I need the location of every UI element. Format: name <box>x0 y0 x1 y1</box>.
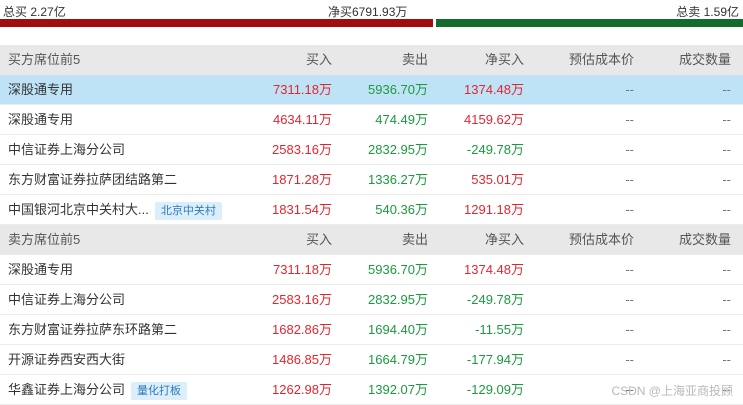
header-cost: 预估成本价 <box>568 52 634 67</box>
table-row[interactable]: 东方财富证券拉萨团结路第二 1871.28万 1336.27万 535.01万 … <box>0 165 743 195</box>
est-cost: -- <box>625 262 634 277</box>
sell-ratio-bar <box>436 19 743 27</box>
net-amount: -11.55万 <box>475 322 524 337</box>
net-amount: 4159.62万 <box>464 112 524 127</box>
net-amount: -249.78万 <box>466 292 524 307</box>
sell-amount: 1694.40万 <box>368 322 428 337</box>
header-cost: 预估成本价 <box>568 232 634 247</box>
table-row[interactable]: 东方财富证券拉萨东环路第二 1682.86万 1694.40万 -11.55万 … <box>0 315 743 345</box>
seat-name: 深股通专用 <box>8 262 74 277</box>
net-amount: -177.94万 <box>466 352 524 367</box>
header-volume: 成交数量 <box>678 232 731 247</box>
seat-name-cell: 华鑫证券上海分公司 量化打板 <box>8 375 188 405</box>
est-cost: -- <box>625 352 634 367</box>
sell-table-header: 卖方席位前5 买入 卖出 净买入 预估成本价 成交数量 <box>0 225 743 255</box>
table-row[interactable]: 中国银河北京中关村大... 北京中关村 1831.54万 540.36万 1291… <box>0 195 743 225</box>
total-buy-label: 总买 2.27亿 <box>3 5 66 19</box>
header-seat: 卖方席位前5 <box>8 232 81 247</box>
seat-name: 中国银河北京中关村大... <box>8 202 149 217</box>
table-row[interactable]: 深股通专用 7311.18万 5936.70万 1374.48万 -- -- <box>0 75 743 105</box>
buy-amount: 7311.18万 <box>272 82 332 97</box>
header-net[interactable]: 净买入 <box>485 45 524 75</box>
table-row[interactable]: 中信证券上海分公司 2583.16万 2832.95万 -249.78万 -- … <box>0 285 743 315</box>
est-cost: -- <box>625 292 634 307</box>
buy-table-header: 买方席位前5 买入 卖出 净买入 预估成本价 成交数量 <box>0 45 743 75</box>
buy-seats-table: 买方席位前5 买入 卖出 净买入 预估成本价 成交数量 深股通专用 7311.1… <box>0 45 743 225</box>
seat-name: 中信证券上海分公司 <box>8 292 126 307</box>
sell-amount: 2832.95万 <box>368 142 428 157</box>
volume: -- <box>722 82 731 97</box>
buy-amount: 1486.85万 <box>272 352 332 367</box>
header-seat: 买方席位前5 <box>8 52 81 67</box>
volume: -- <box>722 112 731 127</box>
table-row[interactable]: 深股通专用 4634.11万 474.49万 4159.62万 -- -- <box>0 105 743 135</box>
est-cost: -- <box>625 112 634 127</box>
volume: -- <box>722 172 731 187</box>
seat-name: 深股通专用 <box>8 82 74 97</box>
seat-name: 开源证券西安西大街 <box>8 352 126 367</box>
seat-tag[interactable]: 量化打板 <box>131 381 188 400</box>
buy-amount: 7311.18万 <box>272 262 332 277</box>
net-amount: 1291.18万 <box>464 202 524 217</box>
net-buy-label: 净买6791.93万 <box>328 5 408 19</box>
sell-amount: 1664.79万 <box>368 352 428 367</box>
sell-amount: 1392.07万 <box>368 382 428 397</box>
volume: -- <box>722 202 731 217</box>
header-sell[interactable]: 卖出 <box>402 225 428 255</box>
est-cost: -- <box>625 82 634 97</box>
seat-name: 东方财富证券拉萨团结路第二 <box>8 172 178 187</box>
buy-amount: 1831.54万 <box>272 202 332 217</box>
sell-amount: 5936.70万 <box>368 262 428 277</box>
seat-name: 深股通专用 <box>8 112 74 127</box>
table-row[interactable]: 中信证券上海分公司 2583.16万 2832.95万 -249.78万 -- … <box>0 135 743 165</box>
header-sell[interactable]: 卖出 <box>402 45 428 75</box>
est-cost: -- <box>625 142 634 157</box>
total-sell-label: 总卖 1.59亿 <box>676 5 739 19</box>
buy-amount: 1871.28万 <box>272 172 332 187</box>
est-cost: -- <box>625 202 634 217</box>
table-row[interactable]: 开源证券西安西大街 1486.85万 1664.79万 -177.94万 -- … <box>0 345 743 375</box>
buy-amount: 1262.98万 <box>272 382 332 397</box>
buy-amount: 1682.86万 <box>272 322 332 337</box>
sell-amount: 474.49万 <box>375 112 428 127</box>
seat-name-cell: 中国银河北京中关村大... 北京中关村 <box>8 195 222 225</box>
net-amount: 1374.48万 <box>464 82 524 97</box>
table-row[interactable]: 深股通专用 7311.18万 5936.70万 1374.48万 -- -- <box>0 255 743 285</box>
seat-name: 中信证券上海分公司 <box>8 142 126 157</box>
watermark: CSDN @上海亚商投顾 <box>611 384 733 398</box>
volume: -- <box>722 292 731 307</box>
header-buy[interactable]: 买入 <box>306 225 332 255</box>
buy-amount: 2583.16万 <box>272 292 332 307</box>
buy-amount: 4634.11万 <box>272 112 332 127</box>
sell-amount: 540.36万 <box>375 202 428 217</box>
sell-seats-table: 卖方席位前5 买入 卖出 净买入 预估成本价 成交数量 深股通专用 7311.1… <box>0 225 743 405</box>
net-amount: 1374.48万 <box>464 262 524 277</box>
est-cost: -- <box>625 172 634 187</box>
buy-ratio-bar <box>0 19 433 27</box>
buy-sell-summary: 总买 2.27亿 净买6791.93万 总卖 1.59亿 <box>0 0 743 30</box>
seat-name: 东方财富证券拉萨东环路第二 <box>8 322 178 337</box>
est-cost: -- <box>625 322 634 337</box>
buy-amount: 2583.16万 <box>272 142 332 157</box>
header-net[interactable]: 净买入 <box>485 225 524 255</box>
net-amount: -129.09万 <box>466 382 524 397</box>
net-amount: -249.78万 <box>466 142 524 157</box>
header-buy[interactable]: 买入 <box>306 45 332 75</box>
seat-name: 华鑫证券上海分公司 <box>8 382 126 397</box>
seat-tag[interactable]: 北京中关村 <box>154 201 222 220</box>
volume: -- <box>722 352 731 367</box>
sell-amount: 5936.70万 <box>368 82 428 97</box>
header-volume: 成交数量 <box>678 52 731 67</box>
volume: -- <box>722 142 731 157</box>
net-amount: 535.01万 <box>471 172 524 187</box>
volume: -- <box>722 262 731 277</box>
sell-amount: 2832.95万 <box>368 292 428 307</box>
sell-amount: 1336.27万 <box>368 172 428 187</box>
volume: -- <box>722 322 731 337</box>
